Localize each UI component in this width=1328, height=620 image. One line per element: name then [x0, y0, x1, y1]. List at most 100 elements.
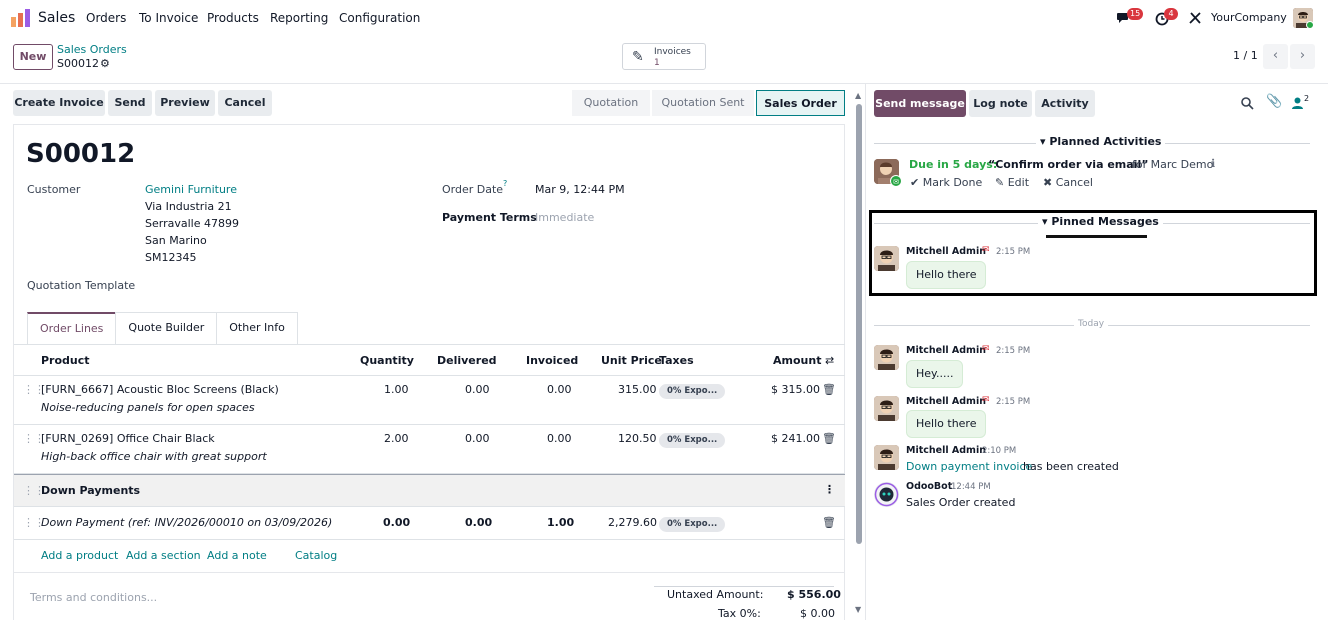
- line-delivered[interactable]: 0.00: [465, 516, 492, 529]
- pager-previous-icon[interactable]: ‹: [1263, 44, 1288, 69]
- line-product[interactable]: [FURN_0269] Office Chair Black: [41, 432, 215, 445]
- col-unit-price[interactable]: Unit Price: [601, 354, 662, 367]
- message-avatar[interactable]: [874, 345, 899, 370]
- breadcrumb-sales-orders[interactable]: Sales Orders: [57, 43, 127, 56]
- tab-other-info[interactable]: Other Info: [216, 312, 298, 344]
- company-switcher[interactable]: YourCompany: [1211, 11, 1287, 24]
- sales-app-icon[interactable]: [11, 9, 31, 27]
- form-scrollbar[interactable]: ▲ ▼: [854, 91, 864, 616]
- line-quantity[interactable]: 2.00: [384, 432, 409, 445]
- order-date-value[interactable]: Mar 9, 12:44 PM: [535, 183, 625, 196]
- message-avatar[interactable]: [874, 396, 899, 421]
- add-product-link[interactable]: Add a product: [41, 549, 118, 562]
- pager-next-icon[interactable]: ›: [1290, 44, 1315, 69]
- stage-sales-order[interactable]: Sales Order: [756, 90, 845, 116]
- tax-tag[interactable]: 0% Expo...: [659, 384, 726, 399]
- log-note-button[interactable]: Log note: [969, 90, 1032, 117]
- gear-icon[interactable]: ⚙: [100, 57, 110, 70]
- pager-value[interactable]: 1 / 1: [1233, 49, 1258, 62]
- search-icon[interactable]: [1241, 97, 1254, 110]
- mark-done-button[interactable]: ✔ Mark Done: [910, 176, 982, 189]
- preview-button[interactable]: Preview: [155, 90, 215, 116]
- message-avatar[interactable]: [874, 445, 899, 470]
- menu-products[interactable]: Products: [207, 11, 259, 25]
- scroll-down-icon[interactable]: ▼: [855, 605, 861, 614]
- message-author[interactable]: Mitchell Admin: [906, 345, 986, 356]
- menu-orders[interactable]: Orders: [86, 11, 126, 25]
- payment-terms-value[interactable]: Immediate: [535, 211, 594, 224]
- message-author[interactable]: Mitchell Admin: [906, 396, 986, 407]
- followers-count[interactable]: 2: [1304, 94, 1309, 103]
- tax-tag[interactable]: 0% Expo...: [659, 517, 726, 532]
- line-product[interactable]: [FURN_6667] Acoustic Bloc Screens (Black…: [41, 383, 279, 396]
- table-row[interactable]: ⋮⋮ [FURN_0269] Office Chair Black High-b…: [14, 425, 845, 474]
- tax-tag[interactable]: 0% Expo...: [659, 433, 726, 448]
- scroll-thumb[interactable]: [856, 104, 862, 544]
- col-amount[interactable]: Amount: [773, 354, 821, 367]
- col-quantity[interactable]: Quantity: [360, 354, 414, 367]
- app-name[interactable]: Sales: [38, 10, 75, 26]
- section-more-icon[interactable]: ⋮: [824, 483, 835, 496]
- line-invoiced[interactable]: 1.00: [547, 516, 574, 529]
- down-payment-invoice-link[interactable]: Down payment invoice: [906, 460, 1032, 473]
- line-invoiced[interactable]: 0.00: [547, 383, 572, 396]
- create-invoice-button[interactable]: Create Invoice: [13, 90, 105, 116]
- line-quantity[interactable]: 0.00: [383, 516, 410, 529]
- terms-input[interactable]: Terms and conditions...: [30, 591, 157, 604]
- activity-button[interactable]: Activity: [1035, 90, 1095, 117]
- section-title[interactable]: Down Payments: [41, 484, 140, 497]
- trash-icon[interactable]: 🗑: [822, 383, 836, 396]
- down-payment-description[interactable]: Down Payment (ref: INV/2026/00010 on 03/…: [41, 516, 332, 529]
- table-row[interactable]: ⋮⋮ Down Payment (ref: INV/2026/00010 on …: [14, 507, 845, 540]
- tools-icon[interactable]: [1187, 10, 1203, 26]
- col-taxes[interactable]: Taxes: [659, 354, 694, 367]
- stage-quotation-sent[interactable]: Quotation Sent: [652, 90, 754, 116]
- col-delivered[interactable]: Delivered: [437, 354, 497, 367]
- menu-reporting[interactable]: Reporting: [270, 11, 328, 25]
- line-invoiced[interactable]: 0.00: [547, 432, 572, 445]
- trash-icon[interactable]: 🗑: [822, 516, 836, 529]
- stage-quotation[interactable]: Quotation: [572, 90, 650, 116]
- line-unit-price[interactable]: 315.00: [618, 383, 657, 396]
- info-icon[interactable]: ℹ: [1211, 157, 1215, 170]
- message-author[interactable]: OdooBot: [906, 481, 952, 492]
- add-section-link[interactable]: Add a section: [126, 549, 201, 562]
- tab-order-lines[interactable]: Order Lines: [27, 312, 117, 344]
- line-delivered[interactable]: 0.00: [465, 383, 490, 396]
- pinned-messages-title[interactable]: ▾ Pinned Messages: [1038, 215, 1163, 228]
- add-note-link[interactable]: Add a note: [207, 549, 267, 562]
- trash-icon[interactable]: 🗑: [822, 432, 836, 445]
- send-button[interactable]: Send: [108, 90, 152, 116]
- followers-icon[interactable]: [1292, 97, 1303, 109]
- paperclip-icon[interactable]: 📎: [1266, 94, 1282, 109]
- line-quantity[interactable]: 1.00: [384, 383, 409, 396]
- tab-quote-builder[interactable]: Quote Builder: [115, 312, 218, 344]
- scroll-up-icon[interactable]: ▲: [855, 91, 861, 100]
- line-description[interactable]: High-back office chair with great suppor…: [41, 450, 267, 463]
- customer-link[interactable]: Gemini Furniture: [145, 183, 237, 196]
- cancel-activity-button[interactable]: ✖ Cancel: [1043, 176, 1093, 189]
- table-row[interactable]: ⋮⋮ [FURN_6667] Acoustic Bloc Screens (Bl…: [14, 376, 845, 425]
- order-date-help[interactable]: ?: [503, 179, 507, 188]
- message-avatar[interactable]: [874, 246, 899, 271]
- edit-activity-button[interactable]: ✎ Edit: [995, 176, 1029, 189]
- section-row[interactable]: ⋮⋮ Down Payments ⋮: [14, 474, 845, 507]
- invoices-smart-button[interactable]: ✎ Invoices 1: [622, 43, 706, 70]
- menu-to-invoice[interactable]: To Invoice: [139, 11, 198, 25]
- message-author[interactable]: Mitchell Admin: [906, 445, 986, 456]
- line-unit-price[interactable]: 120.50: [618, 432, 657, 445]
- column-settings-icon[interactable]: ⇄: [825, 354, 834, 367]
- odoobot-avatar[interactable]: [874, 482, 899, 507]
- message-author[interactable]: Mitchell Admin: [906, 246, 986, 257]
- col-invoiced[interactable]: Invoiced: [526, 354, 578, 367]
- cancel-button[interactable]: Cancel: [218, 90, 272, 116]
- col-product[interactable]: Product: [41, 354, 90, 367]
- menu-configuration[interactable]: Configuration: [339, 11, 420, 25]
- line-delivered[interactable]: 0.00: [465, 432, 490, 445]
- planned-activities-title[interactable]: ▾ Planned Activities: [1036, 135, 1166, 148]
- send-message-button[interactable]: Send message: [874, 90, 966, 117]
- new-button[interactable]: New: [13, 44, 53, 70]
- line-description[interactable]: Noise-reducing panels for open spaces: [41, 401, 255, 414]
- catalog-link[interactable]: Catalog: [295, 549, 337, 562]
- line-unit-price[interactable]: 2,279.60: [608, 516, 657, 529]
